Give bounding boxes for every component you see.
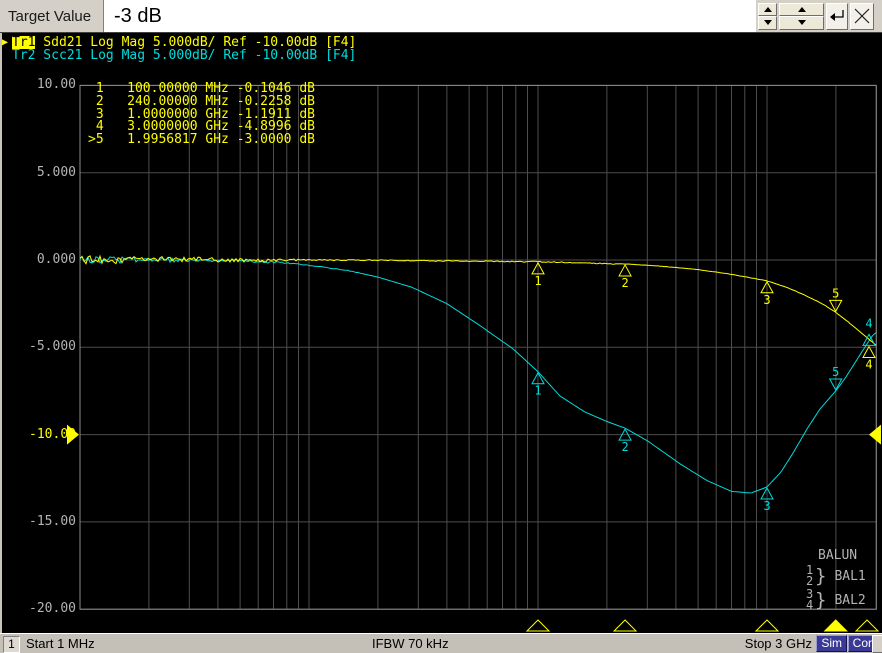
enter-button[interactable] bbox=[826, 2, 848, 30]
y-axis-tick-label: 0.000 bbox=[36, 252, 76, 267]
marker-table: 1 100.00000 MHz -0.1046 dB 2 240.00000 M… bbox=[88, 82, 315, 148]
window-frame-left bbox=[0, 33, 2, 633]
trace-legend-tr2[interactable]: Tr2 Scc21 Log Mag 5.000dB/ Ref -10.00dB … bbox=[2, 49, 356, 62]
enter-icon bbox=[830, 10, 844, 21]
target-value-dialog: Target Value bbox=[0, 0, 882, 33]
vna-screen: Target Value -3 dB 1 2 3 5 4 1 2 3 5 4 ▶… bbox=[0, 0, 882, 653]
status-bar: 1 Start 1 MHz IFBW 70 kHz Stop 3 GHz Sim… bbox=[0, 633, 882, 653]
start-frequency-label: Start 1 MHz bbox=[26, 636, 95, 651]
target-value-input[interactable] bbox=[104, 0, 756, 32]
balun-title: BALUN bbox=[818, 548, 858, 563]
y-axis-tick-label: -10.00 bbox=[29, 426, 76, 442]
active-trace-arrow-icon: ▶ bbox=[2, 37, 9, 48]
y-axis-tick-label: -5.000 bbox=[29, 339, 76, 355]
trace-legend: ▶ Tr1 Sdd21 Log Mag 5.000dB/ Ref -10.00dB… bbox=[2, 36, 356, 62]
stop-frequency-label: Stop 3 GHz bbox=[744, 636, 812, 651]
status-bar-end-box bbox=[872, 635, 882, 653]
y-axis-tick-label: -15.00 bbox=[29, 513, 76, 529]
close-icon bbox=[854, 8, 870, 24]
fine-spin-up-button[interactable] bbox=[758, 2, 777, 16]
marker-table-row: >5 1.9956817 GHz -3.0000 dB bbox=[88, 132, 315, 148]
coarse-spin-up-button[interactable] bbox=[779, 2, 824, 16]
dialog-controls bbox=[756, 0, 875, 32]
fine-spinner bbox=[758, 2, 777, 30]
close-button[interactable] bbox=[850, 2, 874, 30]
up-arrow-icon bbox=[797, 6, 806, 12]
balun-legend: BALUN 1 2} BAL1 3 4} BAL2 bbox=[806, 549, 866, 612]
fine-spin-down-button[interactable] bbox=[758, 16, 777, 30]
y-axis-tick-label: -20.00 bbox=[29, 601, 76, 617]
down-arrow-icon bbox=[797, 20, 806, 26]
up-arrow-icon bbox=[763, 6, 772, 12]
sim-status-badge: Sim bbox=[816, 635, 847, 652]
trace-id-chip: Tr2 bbox=[12, 48, 36, 63]
channel-indicator: 1 bbox=[3, 636, 20, 653]
balun-group-label: BAL2 bbox=[834, 592, 866, 608]
balun-group: 3 4} BAL2 bbox=[806, 587, 866, 612]
y-axis-tick-label: 5.000 bbox=[36, 164, 76, 180]
ifbw-label: IFBW 70 kHz bbox=[372, 636, 449, 651]
balun-group: 1 2} BAL1 bbox=[806, 563, 866, 588]
coarse-spinner bbox=[779, 2, 824, 30]
y-axis-tick-label: 10.00 bbox=[36, 77, 76, 93]
target-value-label: Target Value bbox=[0, 0, 104, 32]
down-arrow-icon bbox=[763, 20, 772, 26]
coarse-spin-down-button[interactable] bbox=[779, 16, 824, 30]
balun-group-label: BAL1 bbox=[834, 568, 866, 584]
trace-settings-text: Scc21 Log Mag 5.000dB/ Ref -10.00dB [F4] bbox=[35, 48, 357, 63]
